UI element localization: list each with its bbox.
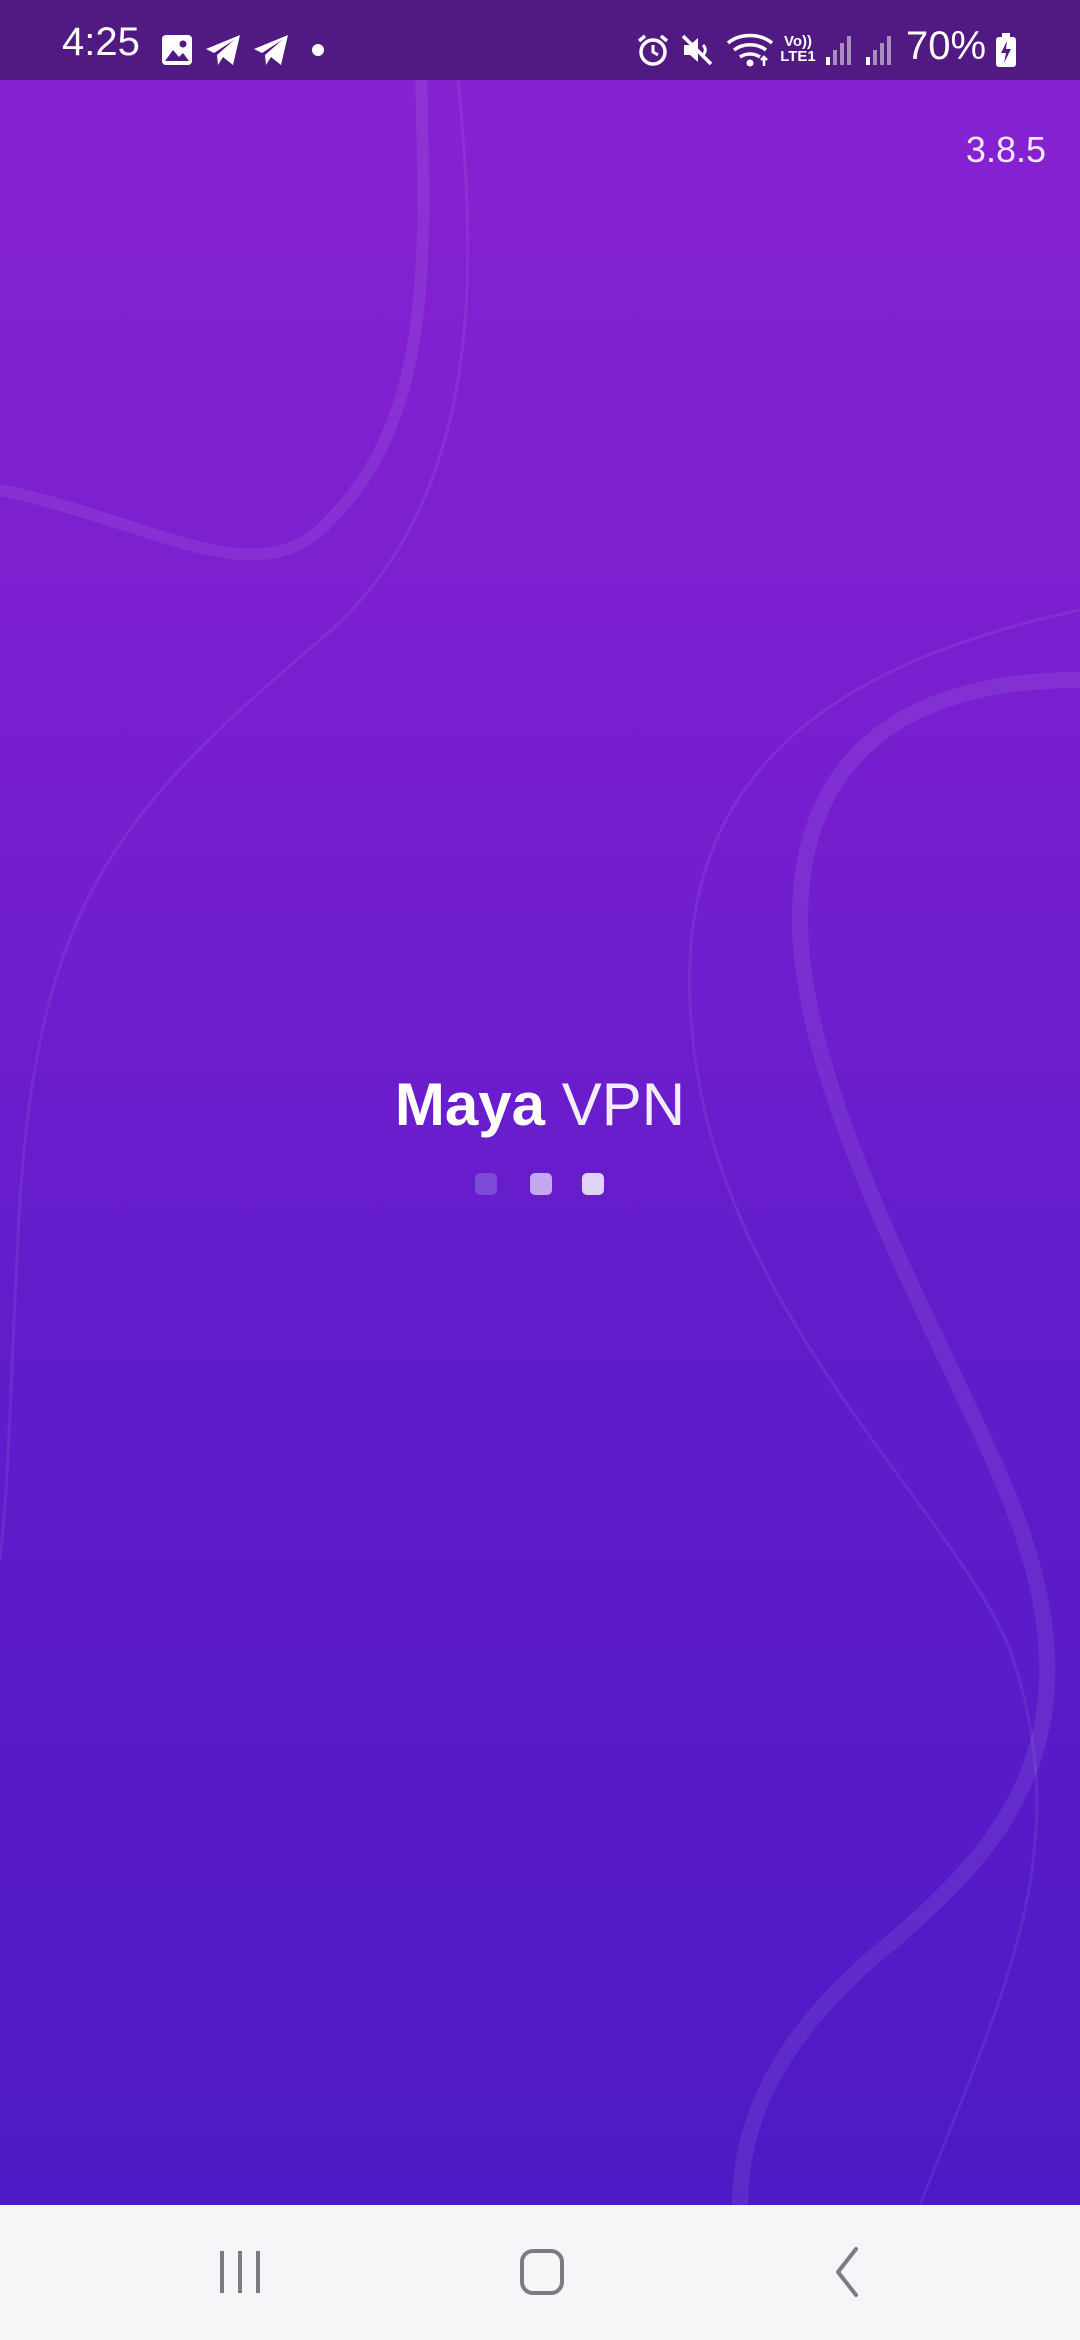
logo-word-light: VPN <box>561 1071 686 1138</box>
telegram-icon <box>254 35 288 65</box>
battery-percent: 70% <box>906 24 987 68</box>
signal-icon <box>826 36 851 65</box>
recents-icon[interactable] <box>200 2235 280 2310</box>
network-type-label: Vo)) LTE1 <box>780 33 816 65</box>
loader-dot <box>530 1173 552 1195</box>
battery-charging-icon <box>996 33 1016 67</box>
navigation-bar <box>0 2205 1080 2340</box>
logo-word-bold: Maya <box>394 1071 546 1138</box>
dot-icon <box>312 44 324 56</box>
loader-dot <box>582 1173 604 1195</box>
home-icon[interactable] <box>502 2235 582 2310</box>
signal-icon <box>866 36 891 65</box>
mute-icon <box>681 34 713 66</box>
back-icon[interactable] <box>806 2235 886 2310</box>
app-version: 3.8.5 <box>965 129 1046 170</box>
status-bar: 4:25 Vo)) LTE1 70% <box>0 0 1080 80</box>
loader-dot <box>475 1173 497 1195</box>
status-time: 4:25 <box>62 20 140 64</box>
telegram-icon <box>206 35 240 65</box>
alarm-icon <box>637 34 669 66</box>
loading-indicator <box>475 1173 611 1197</box>
app-logo: Maya VPN <box>0 1070 1080 1140</box>
wifi-icon <box>726 33 774 67</box>
splash-screen: 4:25 Vo)) LTE1 70% 3.8.5 Maya VPN <box>0 0 1080 2205</box>
gallery-icon <box>162 35 192 65</box>
